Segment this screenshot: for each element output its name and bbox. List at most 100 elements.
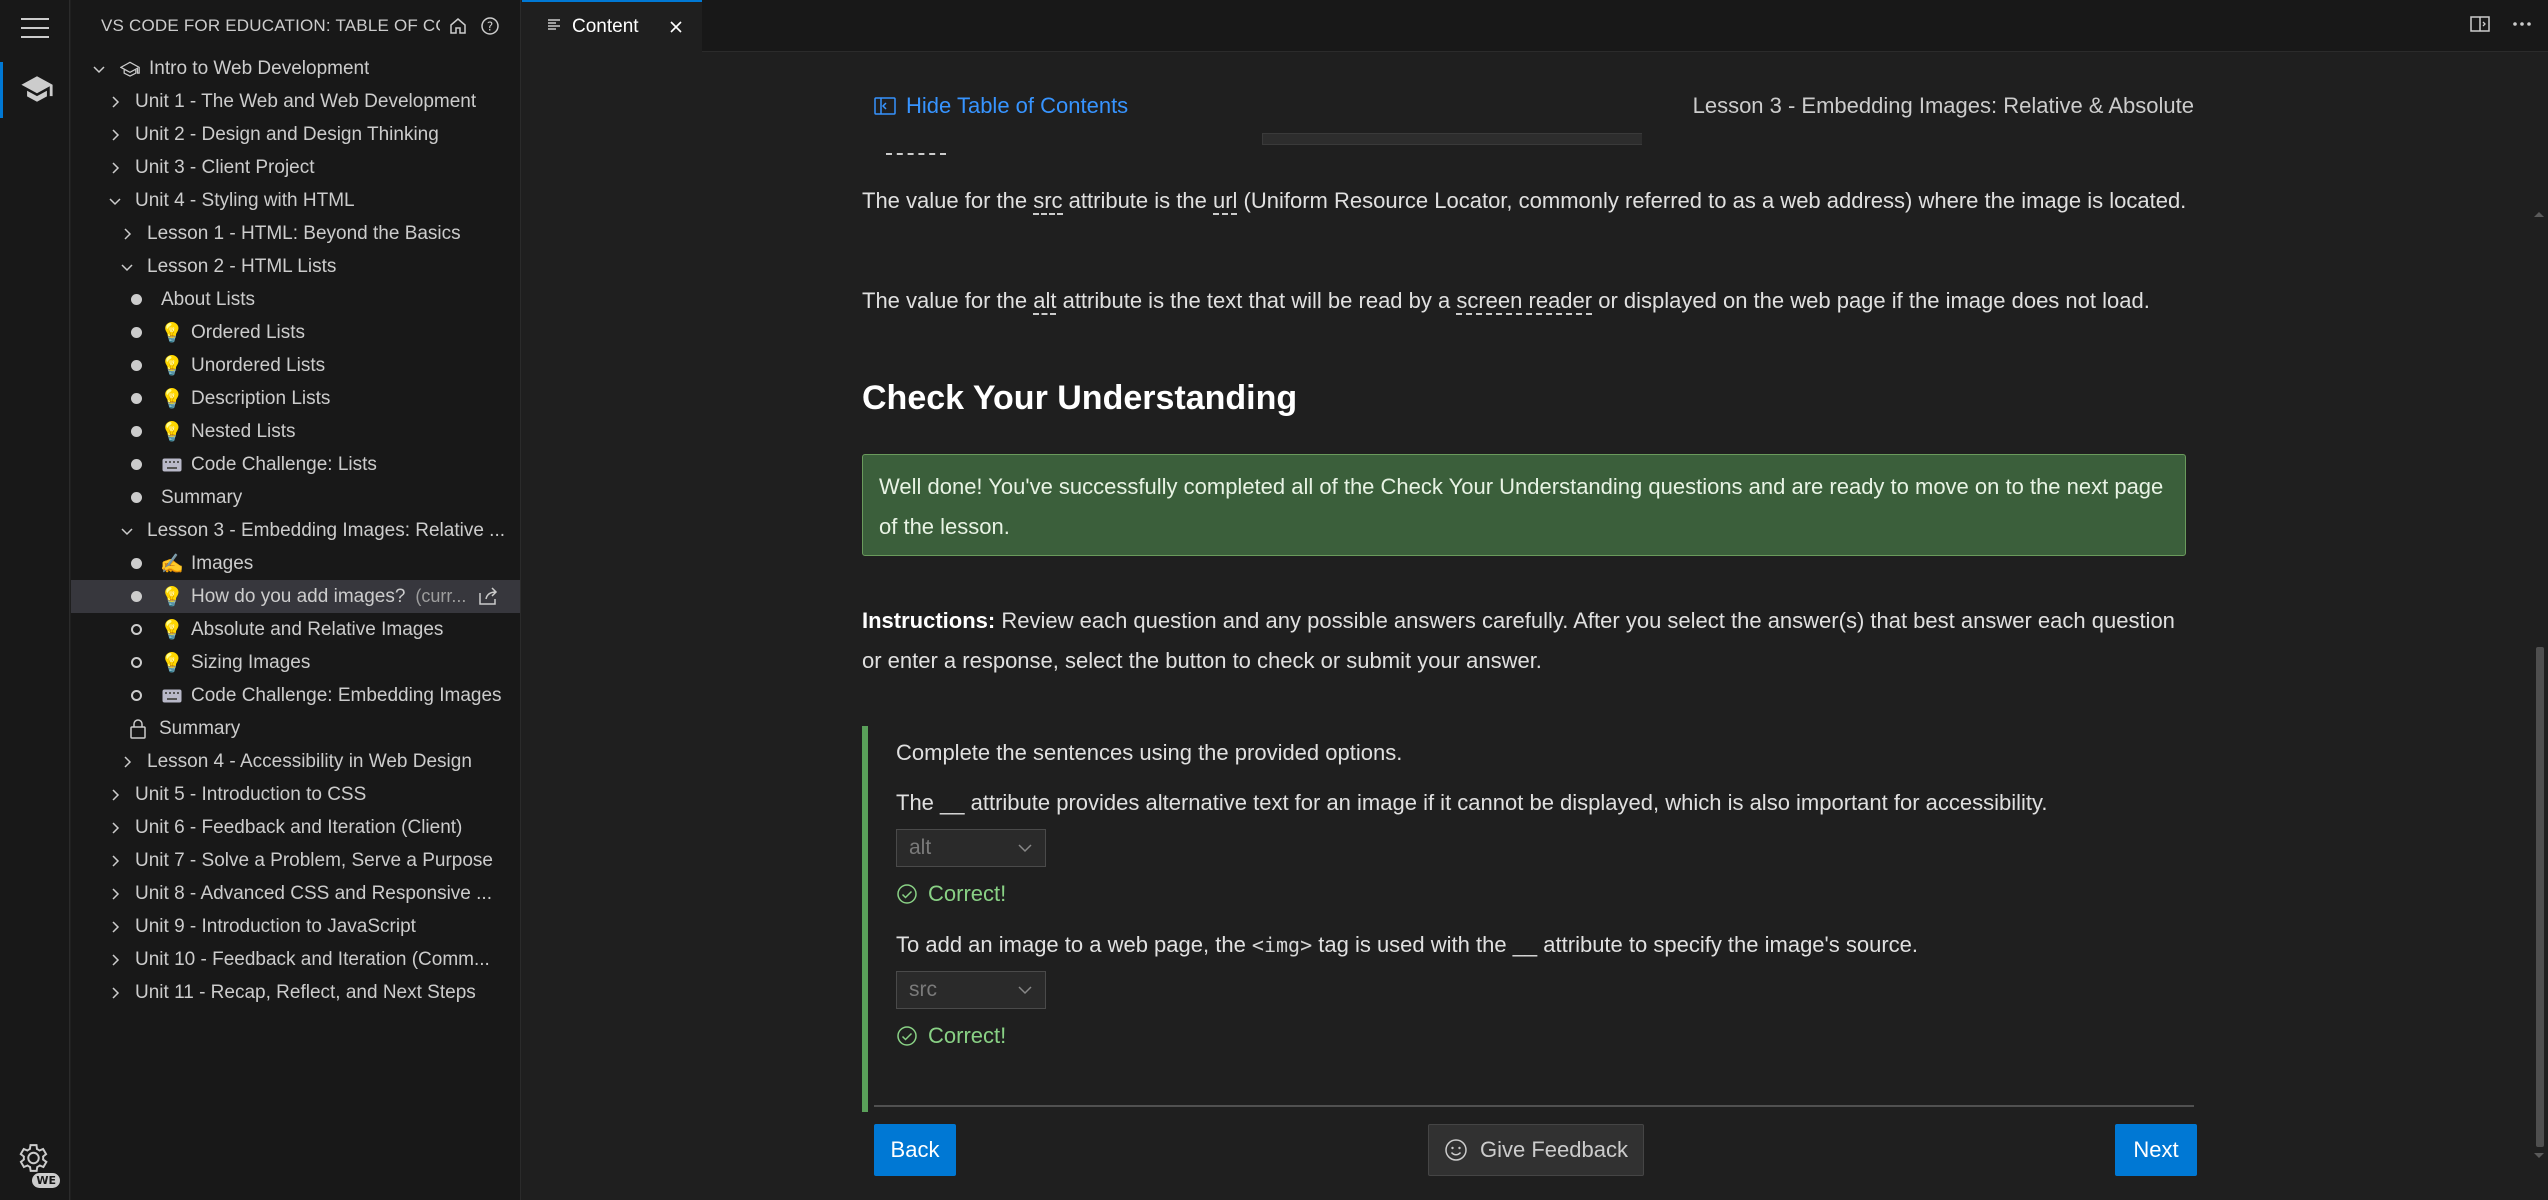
give-feedback-button[interactable]: Give Feedback: [1428, 1124, 1644, 1176]
tree-item-absolute-relative[interactable]: 💡 Absolute and Relative Images: [71, 613, 520, 646]
tree-item-unit7[interactable]: Unit 7 - Solve a Problem, Serve a Purpos…: [71, 844, 520, 877]
tree-item-nested-lists[interactable]: 💡 Nested Lists: [71, 415, 520, 448]
chevron-right-icon: [105, 950, 125, 970]
more-actions-icon[interactable]: [2510, 12, 2534, 42]
tree-item-label: Unit 2 - Design and Design Thinking: [135, 123, 439, 145]
smiley-icon: [1445, 1139, 1467, 1161]
tree-item-root[interactable]: Intro to Web Development: [71, 52, 520, 85]
tree-item-label: Description Lists: [191, 387, 331, 409]
tree-item-label: Unit 1 - The Web and Web Development: [135, 90, 477, 112]
editor-tab-bar: Content: [522, 0, 2548, 52]
lightbulb-icon: 💡: [160, 421, 184, 443]
scrolled-content-remnant: [862, 133, 1642, 159]
tree-item-unordered-lists[interactable]: 💡 Unordered Lists: [71, 349, 520, 382]
manage-gear-icon[interactable]: WE: [14, 1140, 60, 1188]
chevron-right-icon: [105, 785, 125, 805]
tree-item-code-challenge-lists[interactable]: Code Challenge: Lists: [71, 448, 520, 481]
incomplete-dot-icon: [131, 624, 142, 635]
lightbulb-icon: 💡: [160, 355, 184, 377]
tree-item-label: Unit 11 - Recap, Reflect, and Next Steps: [135, 981, 476, 1003]
tree-item-description-lists[interactable]: 💡 Description Lists: [71, 382, 520, 415]
chevron-right-icon: [105, 851, 125, 871]
tree-item-unit11[interactable]: Unit 11 - Recap, Reflect, and Next Steps: [71, 976, 520, 1009]
tree-item-unit2[interactable]: Unit 2 - Design and Design Thinking: [71, 118, 520, 151]
next-button[interactable]: Next: [2115, 1124, 2197, 1176]
tree-item-ordered-lists[interactable]: 💡 Ordered Lists: [71, 316, 520, 349]
tab-content[interactable]: Content: [522, 0, 702, 52]
tree-item-unit4[interactable]: Unit 4 - Styling with HTML: [71, 184, 520, 217]
chevron-down-icon: [105, 191, 125, 211]
tree-item-unit9[interactable]: Unit 9 - Introduction to JavaScript: [71, 910, 520, 943]
check-circle-icon: [897, 1026, 917, 1046]
tree-item-label: Unit 9 - Introduction to JavaScript: [135, 915, 416, 937]
term-url[interactable]: url: [1212, 188, 1238, 215]
hide-toc-link[interactable]: Hide Table of Contents: [874, 93, 1128, 119]
lightbulb-icon: 💡: [160, 322, 184, 344]
chevron-right-icon: [105, 917, 125, 937]
footer-divider: [874, 1105, 2194, 1107]
tree-item-label: Ordered Lists: [191, 321, 306, 343]
split-editor-icon[interactable]: [2468, 12, 2492, 42]
success-banner: Well done! You've successfully completed…: [862, 454, 2186, 556]
tree-item-how-add-images[interactable]: 💡 How do you add images? (curr...: [71, 580, 520, 613]
tree-item-unit6[interactable]: Unit 6 - Feedback and Iteration (Client): [71, 811, 520, 844]
scroll-thumb[interactable]: [2536, 647, 2544, 1147]
writing-hand-icon: ✍️: [160, 553, 184, 575]
incomplete-dot-icon: [131, 690, 142, 701]
completed-dot-icon: [131, 327, 142, 338]
share-icon[interactable]: [478, 586, 500, 612]
completed-dot-icon: [131, 426, 142, 437]
help-icon[interactable]: ?: [476, 12, 504, 40]
chevron-right-icon: [105, 158, 125, 178]
tree-item-unit3[interactable]: Unit 3 - Client Project: [71, 151, 520, 184]
chevron-down-icon: [1018, 844, 1032, 853]
tree-item-label: How do you add images?: [191, 585, 406, 607]
chevron-right-icon: [105, 818, 125, 838]
tree-item-images[interactable]: ✍️ Images: [71, 547, 520, 580]
tree-item-lesson4[interactable]: Lesson 4 - Accessibility in Web Design: [71, 745, 520, 778]
menu-icon[interactable]: [21, 18, 49, 40]
tree-item-unit10[interactable]: Unit 10 - Feedback and Iteration (Comm..…: [71, 943, 520, 976]
tree-item-lesson3[interactable]: Lesson 3 - Embedding Images: Relative ..…: [71, 514, 520, 547]
svg-text:?: ?: [487, 20, 493, 34]
close-icon[interactable]: [664, 15, 688, 39]
vertical-scrollbar[interactable]: [2530, 153, 2548, 1158]
sidebar-toggle-icon: [874, 97, 896, 115]
lightbulb-icon: 💡: [160, 586, 184, 608]
toc-tree: Intro to Web Development Unit 1 - The We…: [71, 52, 520, 1009]
term-screen-reader[interactable]: screen reader: [1456, 288, 1593, 315]
activity-bar: WE: [0, 0, 70, 1200]
tree-item-unit1[interactable]: Unit 1 - The Web and Web Development: [71, 85, 520, 118]
completed-dot-icon: [131, 294, 142, 305]
term-src[interactable]: src: [1033, 188, 1063, 215]
lesson-title: Lesson 3 - Embedding Images: Relative & …: [1692, 93, 2194, 118]
education-view-icon[interactable]: [0, 62, 70, 118]
scroll-up-icon[interactable]: [2532, 209, 2546, 219]
tree-item-about-lists[interactable]: About Lists: [71, 283, 520, 316]
tree-item-label: Code Challenge: Embedding Images: [191, 684, 502, 706]
correct-feedback-1: Correct!: [896, 881, 1006, 907]
tree-item-unit5[interactable]: Unit 5 - Introduction to CSS: [71, 778, 520, 811]
tree-item-label: Unit 6 - Feedback and Iteration (Client): [135, 816, 463, 838]
tree-item-sizing-images[interactable]: 💡 Sizing Images: [71, 646, 520, 679]
tree-item-code-challenge-images[interactable]: Code Challenge: Embedding Images: [71, 679, 520, 712]
correct-feedback-2: Correct!: [896, 1023, 1006, 1049]
check-circle-icon: [897, 884, 917, 904]
instructions-label: Instructions:: [862, 608, 996, 633]
alt-paragraph: The value for the alt attribute is the t…: [862, 288, 2150, 315]
tree-item-summary-images[interactable]: Summary: [71, 712, 520, 745]
tree-item-unit8[interactable]: Unit 8 - Advanced CSS and Responsive ...: [71, 877, 520, 910]
keyboard-icon: [161, 685, 183, 707]
instructions: Instructions: Review each question and a…: [862, 608, 2175, 673]
tree-item-summary-lists[interactable]: Summary: [71, 481, 520, 514]
tree-item-label: Images: [191, 552, 254, 574]
img-code: <img>: [1251, 933, 1313, 957]
term-alt[interactable]: alt: [1033, 288, 1057, 315]
tree-item-lesson2[interactable]: Lesson 2 - HTML Lists: [71, 250, 520, 283]
tree-item-lesson1[interactable]: Lesson 1 - HTML: Beyond the Basics: [71, 217, 520, 250]
home-icon[interactable]: [444, 12, 472, 40]
mortarboard-icon: [119, 58, 141, 80]
back-button[interactable]: Back: [874, 1124, 956, 1176]
chevron-down-icon: [117, 521, 137, 541]
scroll-down-icon[interactable]: [2532, 1151, 2546, 1161]
